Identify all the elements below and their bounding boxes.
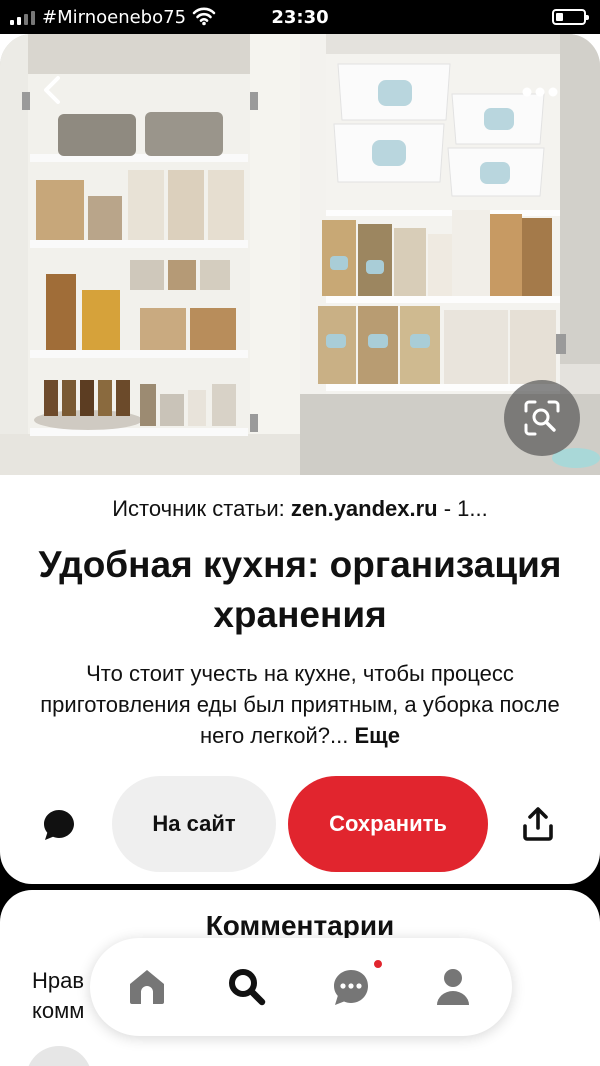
source-suffix: - 1... [437,496,488,521]
pin-card: Источник статьи: zen.yandex.ru - 1... Уд… [0,34,600,884]
messages-icon [334,970,368,1005]
pin-actions: На сайт Сохранить [0,776,600,872]
back-icon [44,76,60,104]
home-icon [130,970,164,1004]
comment-icon[interactable] [42,808,76,842]
bottom-navigation [90,938,512,1036]
more-icon [522,87,558,97]
source-label: Источник статьи: [112,496,291,521]
article-source[interactable]: Источник статьи: zen.yandex.ru - 1... [0,496,600,522]
status-bar: #Mirnoenebo75 23:30 [0,0,600,34]
visual-search-icon [524,400,560,436]
profile-icon [437,969,469,1005]
visit-site-button[interactable]: На сайт [112,776,276,872]
nav-search[interactable] [224,964,270,1010]
more-options-button[interactable] [512,78,568,106]
share-icon[interactable] [522,806,554,842]
avatar [26,1046,92,1066]
description-text: Что стоит учесть на кухне, чтобы процесс… [40,661,560,748]
pin-image[interactable] [0,34,600,475]
pin-title: Удобная кухня: организация хранения [38,544,562,635]
nav-profile[interactable] [430,964,476,1010]
nav-messages[interactable] [328,964,374,1010]
notification-dot [372,958,384,970]
battery-icon [552,9,589,25]
visual-search-button[interactable] [504,380,580,456]
pin-description: Что стоит учесть на кухне, чтобы процесс… [30,658,570,751]
save-button[interactable]: Сохранить [288,776,488,872]
back-button[interactable] [24,62,80,118]
description-more-link[interactable]: Еще [354,723,399,748]
search-icon [229,969,266,1006]
source-domain: zen.yandex.ru [290,496,438,521]
clock: 23:30 [271,7,329,28]
nav-home[interactable] [124,964,170,1010]
